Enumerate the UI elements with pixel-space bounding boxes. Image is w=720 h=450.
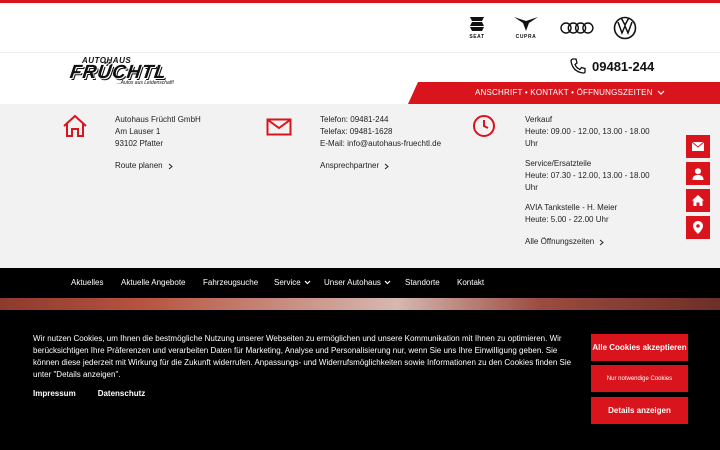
side-person-button[interactable] bbox=[686, 162, 710, 185]
location-pin-icon bbox=[693, 221, 703, 234]
side-mail-button[interactable] bbox=[686, 135, 710, 158]
accept-all-cookies-button[interactable]: Alle Cookies akzeptieren bbox=[591, 334, 688, 361]
nav-kontakt[interactable]: Kontakt bbox=[457, 278, 484, 287]
cookie-details-button[interactable]: Details anzeigen bbox=[591, 397, 688, 424]
hours-column: Verkauf Heute: 09.00 - 12.00, 13.00 - 18… bbox=[525, 114, 650, 248]
side-home-button[interactable] bbox=[686, 189, 710, 212]
header-quick-links[interactable]: ANSCHRIFT • KONTAKT • ÖFFNUNGSZEITEN bbox=[475, 88, 665, 97]
contact-phone[interactable]: Telefon: 09481-244 bbox=[320, 114, 441, 126]
side-location-button[interactable] bbox=[686, 216, 710, 239]
nav-fahrzeugsuche[interactable]: Fahrzeugsuche bbox=[203, 278, 258, 287]
brand-bar: SEAT CUPRA bbox=[0, 3, 720, 53]
nav-standorte-label: Standorte bbox=[405, 278, 440, 287]
necessary-cookies-button[interactable]: Nur notwendige Cookies bbox=[591, 365, 688, 392]
nav-aktuelle-angebote-label: Aktuelle Angebote bbox=[121, 278, 186, 287]
company-name: Autohaus Früchtl GmbH bbox=[115, 115, 201, 124]
mail-icon bbox=[266, 118, 292, 136]
contact-email[interactable]: E-Mail: info@autohaus-fruechtl.de bbox=[320, 138, 441, 150]
logo-tagline: ...Autos aus Leidenschaft! bbox=[116, 80, 174, 86]
service-hours: Heute: 07.30 - 12.00, 13.00 - 18.00 bbox=[525, 171, 650, 180]
main-navigation: Aktuelles Aktuelle Angebote Fahrzeugsuch… bbox=[0, 268, 720, 298]
cupra-brand-label: CUPRA bbox=[515, 34, 537, 40]
cookie-notice-text: Wir nutzen Cookies, um Ihnen die bestmög… bbox=[33, 334, 572, 379]
nav-aktuelles[interactable]: Aktuelles bbox=[71, 278, 103, 287]
impressum-link[interactable]: Impressum bbox=[33, 389, 76, 398]
station-hours: Heute: 5.00 - 22.00 Uhr bbox=[525, 215, 609, 224]
mail-icon bbox=[692, 142, 704, 151]
route-link-label: Route planen bbox=[115, 161, 163, 170]
nav-aktuelles-label: Aktuelles bbox=[71, 278, 104, 287]
chevron-down-icon bbox=[384, 280, 391, 285]
chevron-right-icon bbox=[168, 163, 173, 169]
all-hours-link-label: Alle Öffnungszeiten bbox=[525, 237, 595, 246]
address-column: Autohaus Früchtl GmbH Am Lauser 1 93102 … bbox=[115, 114, 201, 172]
clock-icon bbox=[473, 115, 495, 137]
seat-brand-link[interactable]: SEAT bbox=[462, 13, 492, 43]
vw-brand-link[interactable] bbox=[612, 13, 638, 43]
side-action-buttons bbox=[686, 135, 710, 243]
datenschutz-link[interactable]: Datenschutz bbox=[98, 389, 146, 398]
seat-brand-label: SEAT bbox=[469, 34, 485, 40]
home-icon bbox=[63, 114, 87, 137]
header-quick-links-label: ANSCHRIFT • KONTAKT • ÖFFNUNGSZEITEN bbox=[475, 88, 653, 97]
nav-unser-autohaus-label: Unser Autohaus bbox=[324, 278, 381, 287]
contact-fax: Telefax: 09481-1628 bbox=[320, 127, 393, 136]
nav-aktuelle-angebote[interactable]: Aktuelle Angebote bbox=[121, 278, 186, 287]
nav-unser-autohaus[interactable]: Unser Autohaus bbox=[324, 278, 391, 287]
city-address: 93102 Pfatter bbox=[115, 139, 164, 148]
home-icon bbox=[692, 195, 704, 206]
station-title: AVIA Tankstelle - H. Meier bbox=[525, 203, 618, 212]
info-section: Autohaus Früchtl GmbH Am Lauser 1 93102 … bbox=[0, 104, 720, 268]
header-phone-number: 09481-244 bbox=[592, 58, 655, 74]
service-hours-suffix: Uhr bbox=[525, 183, 538, 192]
autohaus-logo[interactable]: AUTOHAUS FRÜCHTL ...Autos aus Leidenscha… bbox=[69, 56, 174, 88]
nav-kontakt-label: Kontakt bbox=[457, 278, 485, 287]
chevron-right-icon bbox=[599, 239, 605, 245]
phone-icon bbox=[570, 58, 586, 74]
cupra-brand-link[interactable]: CUPRA bbox=[508, 13, 544, 43]
route-link[interactable]: Route planen bbox=[115, 160, 201, 172]
seat-logo-icon bbox=[470, 17, 484, 31]
ansprechpartner-link-label: Ansprechpartner bbox=[320, 161, 380, 170]
service-title: Service/Ersatzteile bbox=[525, 159, 592, 168]
audi-brand-link[interactable] bbox=[558, 13, 596, 43]
contact-column: Telefon: 09481-244 Telefax: 09481-1628 E… bbox=[320, 114, 441, 172]
all-hours-link[interactable]: Alle Öffnungszeiten bbox=[525, 236, 650, 248]
vw-logo-icon bbox=[613, 16, 637, 40]
sales-hours-suffix: Uhr bbox=[525, 139, 538, 148]
cookie-banner: Wir nutzen Cookies, um Ihnen die bestmög… bbox=[0, 310, 720, 450]
cupra-logo-icon bbox=[514, 17, 538, 31]
ansprechpartner-link[interactable]: Ansprechpartner bbox=[320, 160, 441, 172]
chevron-down-icon bbox=[657, 90, 665, 95]
hero-image-strip bbox=[0, 298, 720, 310]
header-phone[interactable]: 09481-244 bbox=[570, 58, 654, 74]
nav-service[interactable]: Service bbox=[274, 278, 311, 287]
person-icon bbox=[692, 167, 704, 180]
sales-hours: Heute: 09.00 - 12.00, 13.00 - 18.00 bbox=[525, 127, 650, 136]
audi-rings-icon bbox=[560, 22, 594, 34]
sales-title: Verkauf bbox=[525, 115, 553, 124]
nav-fahrzeugsuche-label: Fahrzeugsuche bbox=[203, 278, 259, 287]
street-address: Am Lauser 1 bbox=[115, 127, 161, 136]
nav-service-label: Service bbox=[274, 278, 301, 287]
chevron-down-icon bbox=[304, 280, 311, 285]
nav-standorte[interactable]: Standorte bbox=[405, 278, 440, 287]
chevron-right-icon bbox=[384, 163, 389, 169]
cookie-links: Impressum Datenschutz bbox=[33, 389, 145, 398]
